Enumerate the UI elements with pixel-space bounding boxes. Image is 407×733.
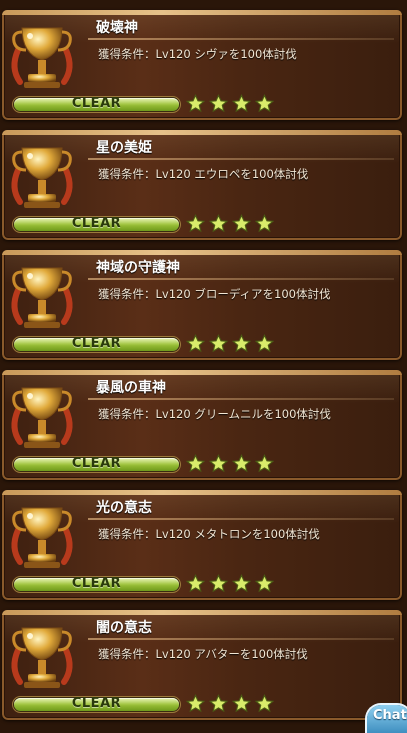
trophy-icon [11, 147, 73, 208]
chat-button[interactable]: Chat [367, 705, 407, 733]
star-icon [186, 454, 205, 473]
star-rating [186, 454, 274, 473]
star-icon [209, 214, 228, 233]
star-icon [209, 454, 228, 473]
chat-label: Chat [373, 708, 407, 723]
progress-bar: CLEAR [14, 696, 179, 711]
achievement-condition: 獲得条件：Lv120 シヴァを100体討伐 [98, 47, 297, 61]
progress-bar: CLEAR [14, 216, 179, 231]
achievement-card: 闇の意志 獲得条件：Lv120 アバターを100体討伐 CLEAR [2, 610, 402, 720]
trophy-icon [11, 267, 73, 328]
achievement-title: 暴風の車神 [96, 380, 166, 396]
clear-label: CLEAR [71, 96, 122, 111]
trophy-icon [11, 27, 73, 88]
star-icon [255, 214, 274, 233]
achievement-title: 闇の意志 [96, 620, 152, 636]
progress-bar: CLEAR [14, 96, 179, 111]
divider [88, 398, 394, 400]
clear-label: CLEAR [71, 336, 122, 351]
star-icon [255, 334, 274, 353]
star-icon [232, 574, 251, 593]
star-icon [186, 214, 205, 233]
achievement-condition: 獲得条件：Lv120 メタトロンを100体討伐 [98, 527, 320, 541]
achievement-card: 神域の守護神 獲得条件：Lv120 ブローディアを100体討伐 CLEAR [2, 250, 402, 360]
star-icon [232, 94, 251, 113]
achievement-title: 破壊神 [96, 20, 138, 36]
star-rating [186, 94, 274, 113]
progress-bar: CLEAR [14, 576, 179, 591]
star-icon [209, 694, 228, 713]
achievement-card: 星の美姫 獲得条件：Lv120 エウロペを100体討伐 CLEAR [2, 130, 402, 240]
clear-label: CLEAR [71, 456, 122, 471]
star-rating [186, 694, 274, 713]
star-icon [255, 694, 274, 713]
achievement-condition: 獲得条件：Lv120 ブローディアを100体討伐 [98, 287, 331, 301]
divider [88, 518, 394, 520]
achievement-card: 光の意志 獲得条件：Lv120 メタトロンを100体討伐 CLEAR [2, 490, 402, 600]
star-icon [255, 94, 274, 113]
star-icon [186, 694, 205, 713]
divider [88, 638, 394, 640]
achievement-list: 破壊神 獲得条件：Lv120 シヴァを100体討伐 CLEAR 星の美姫 獲得条… [0, 0, 407, 727]
achievement-condition: 獲得条件：Lv120 グリームニルを100体討伐 [98, 407, 331, 421]
clear-label: CLEAR [71, 576, 122, 591]
achievement-card: 暴風の車神 獲得条件：Lv120 グリームニルを100体討伐 CLEAR [2, 370, 402, 480]
achievement-card: 破壊神 獲得条件：Lv120 シヴァを100体討伐 CLEAR [2, 10, 402, 120]
star-icon [209, 334, 228, 353]
progress-bar: CLEAR [14, 456, 179, 471]
divider [88, 38, 394, 40]
achievement-title: 神域の守護神 [96, 260, 180, 276]
trophy-icon [11, 507, 73, 568]
trophy-icon [11, 627, 73, 688]
star-icon [209, 574, 228, 593]
star-icon [232, 694, 251, 713]
star-icon [232, 214, 251, 233]
star-icon [232, 454, 251, 473]
divider [88, 158, 394, 160]
star-icon [186, 334, 205, 353]
star-icon [255, 454, 274, 473]
clear-label: CLEAR [71, 696, 122, 711]
clear-label: CLEAR [71, 216, 122, 231]
achievement-title: 光の意志 [96, 500, 152, 516]
divider [88, 278, 394, 280]
achievement-title: 星の美姫 [96, 140, 152, 156]
star-rating [186, 334, 274, 353]
star-icon [255, 574, 274, 593]
achievement-condition: 獲得条件：Lv120 アバターを100体討伐 [98, 647, 308, 661]
progress-bar: CLEAR [14, 336, 179, 351]
star-icon [186, 574, 205, 593]
star-rating [186, 214, 274, 233]
star-icon [232, 334, 251, 353]
star-icon [186, 94, 205, 113]
star-rating [186, 574, 274, 593]
achievement-condition: 獲得条件：Lv120 エウロペを100体討伐 [98, 167, 309, 181]
star-icon [209, 94, 228, 113]
trophy-icon [11, 387, 73, 448]
